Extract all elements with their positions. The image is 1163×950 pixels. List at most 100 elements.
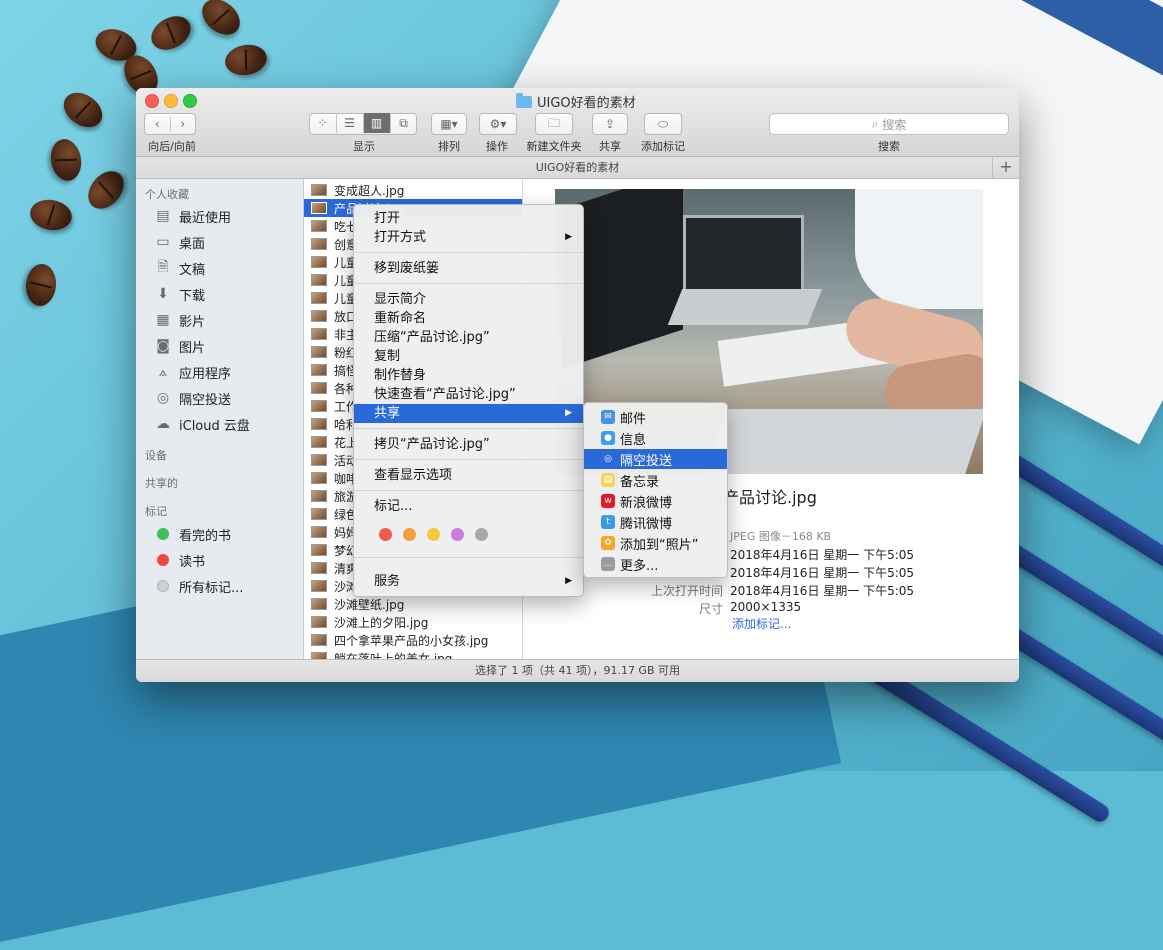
tag-color-yellow-button[interactable]	[427, 528, 440, 541]
image-file-icon	[311, 382, 327, 394]
tag-color-purple-button[interactable]	[451, 528, 464, 541]
menu-item-label: 标记...	[374, 499, 413, 514]
share-submenu: ✉ 邮件 ● 信息 ◎ 隔空投送 ▤ 备忘录 w 新浪微博 t 腾讯微博 ✿ 添加到“照片” … 更多...	[583, 402, 728, 578]
menu-item-make-alias[interactable]: 制作替身	[354, 366, 583, 385]
sidebar-item-recents[interactable]: ▤ 最近使用	[154, 205, 231, 227]
zoom-button[interactable]	[183, 94, 197, 108]
file-row[interactable]: 躺在落叶上的美女.jpg	[304, 649, 522, 659]
file-row[interactable]: 沙滩上的夕阳.jpg	[304, 613, 522, 631]
search-label: 搜索	[878, 140, 900, 153]
sidebar-item-desktop[interactable]: ▭ 桌面	[154, 231, 205, 253]
menu-item-label: 重新命名	[374, 311, 427, 326]
share-item-mail[interactable]: ✉ 邮件	[584, 407, 727, 427]
sidebar-item-label: 应用程序	[179, 366, 232, 382]
add-tab-button[interactable]: +	[992, 157, 1019, 178]
share-item-messages[interactable]: ● 信息	[584, 428, 727, 448]
add-tag-button[interactable]: ⬭	[644, 113, 682, 135]
preview-type: JPEG 图像－168 KB	[730, 530, 832, 543]
menu-item-label: 拷贝“产品讨论.jpg”	[374, 437, 490, 452]
sidebar-item-applications[interactable]: ⟑ 应用程序	[154, 361, 231, 383]
column-view-icon[interactable]: ▥	[363, 113, 391, 133]
menu-item-move-to-trash[interactable]: 移到废纸篓	[354, 259, 583, 278]
image-file-icon	[311, 472, 327, 484]
applications-icon: ⟑	[158, 364, 168, 380]
file-name: 沙滩上的夕阳.jpg	[334, 615, 429, 630]
more-icon: …	[601, 557, 615, 571]
tag-color-gray-button[interactable]	[475, 528, 488, 541]
menu-item-get-info[interactable]: 显示简介	[354, 290, 583, 309]
icon-view-icon[interactable]: ⁘	[310, 113, 337, 133]
menu-item-label: 移到废纸篓	[374, 261, 440, 276]
sidebar-item-label: 看完的书	[179, 528, 232, 544]
pictures-icon: ◙	[156, 338, 170, 354]
file-row[interactable]: 沙滩壁纸.jpg	[304, 595, 522, 613]
share-item-label: 更多...	[620, 558, 659, 574]
back-icon[interactable]: ‹	[145, 117, 171, 131]
arrange-icon: ▦▾	[440, 117, 458, 131]
tag-color-red-button[interactable]	[379, 528, 392, 541]
path-bar-title: UIGO好看的素材	[535, 161, 620, 174]
action-button[interactable]: ⚙▾	[479, 113, 517, 135]
new-folder-button[interactable]: 🗀	[535, 113, 573, 135]
sidebar-item-documents[interactable]: 🗎 文稿	[154, 257, 205, 279]
image-file-icon	[311, 634, 327, 646]
minimize-button[interactable]	[164, 94, 178, 108]
menu-item-share[interactable]: 共享 ▶	[354, 404, 583, 423]
image-file-icon	[311, 454, 327, 466]
menu-item-tags[interactable]: 标记...	[354, 497, 583, 516]
share-icon: ⇪	[604, 117, 616, 131]
add-tags-link[interactable]: 添加标记...	[732, 615, 791, 632]
share-item-label: 备忘录	[620, 474, 660, 490]
window-title: UIGO好看的素材	[516, 92, 636, 111]
share-item-label: 隔空投送	[620, 453, 673, 469]
sidebar-item-downloads[interactable]: ⬇ 下载	[154, 283, 205, 305]
gallery-view-icon[interactable]: ⧉	[391, 113, 417, 133]
tag-color-orange-button[interactable]	[403, 528, 416, 541]
tag-dot-icon	[157, 580, 169, 592]
share-button[interactable]: ⇪	[592, 113, 628, 135]
documents-icon: 🗎	[157, 259, 169, 275]
share-item-airdrop[interactable]: ◎ 隔空投送	[584, 449, 727, 469]
menu-item-open-with[interactable]: 打开方式 ▶	[354, 228, 583, 247]
sidebar-tag-all[interactable]: 所有标记...	[154, 575, 243, 597]
notes-icon: ▤	[601, 473, 615, 487]
sidebar-item-pictures[interactable]: ◙ 图片	[154, 335, 205, 357]
image-file-icon	[311, 202, 327, 214]
sidebar-item-movies[interactable]: ▦ 影片	[154, 309, 205, 331]
menu-item-open[interactable]: 打开	[354, 209, 583, 228]
menu-item-copy[interactable]: 拷贝“产品讨论.jpg”	[354, 435, 583, 454]
list-view-icon[interactable]: ☰	[337, 113, 364, 133]
menu-item-label: 复制	[374, 349, 401, 364]
share-item-notes[interactable]: ▤ 备忘录	[584, 470, 727, 490]
menu-item-view-options[interactable]: 查看显示选项	[354, 466, 583, 485]
search-icon: ⌕	[871, 116, 879, 131]
file-row[interactable]: 四个拿苹果产品的小女孩.jpg	[304, 631, 522, 649]
menu-item-duplicate[interactable]: 复制	[354, 347, 583, 366]
arrange-button[interactable]: ▦▾	[431, 113, 467, 135]
sidebar-tag-reading[interactable]: 读书	[154, 549, 205, 571]
menu-item-compress[interactable]: 压缩“产品讨论.jpg”	[354, 328, 583, 347]
close-button[interactable]	[145, 94, 159, 108]
file-row[interactable]: 变成超人.jpg	[304, 181, 522, 199]
share-item-more[interactable]: … 更多...	[584, 554, 727, 574]
sidebar-item-label: iCloud 云盘	[179, 418, 250, 434]
search-input[interactable]: ⌕ 搜索	[769, 113, 1009, 135]
sidebar-item-icloud[interactable]: ☁ iCloud 云盘	[154, 413, 250, 435]
menu-item-label: 打开	[374, 211, 401, 226]
menu-separator	[354, 490, 583, 491]
preview-size: 2000×1335	[730, 600, 802, 614]
share-item-tencent-weibo[interactable]: t 腾讯微博	[584, 512, 727, 532]
menu-item-rename[interactable]: 重新命名	[354, 309, 583, 328]
share-item-photos[interactable]: ✿ 添加到“照片”	[584, 533, 727, 553]
sidebar-item-airdrop[interactable]: ◎ 隔空投送	[154, 387, 231, 409]
sidebar-tag-finished-books[interactable]: 看完的书	[154, 523, 231, 545]
sidebar-item-label: 桌面	[179, 236, 206, 252]
menu-item-services[interactable]: 服务 ▶	[354, 572, 583, 591]
forward-icon[interactable]: ›	[171, 117, 196, 131]
menu-item-quick-look[interactable]: 快速查看“产品讨论.jpg”	[354, 385, 583, 404]
sidebar-item-label: 最近使用	[179, 210, 232, 226]
image-file-icon	[311, 598, 327, 610]
action-label: 操作	[486, 140, 508, 153]
share-item-weibo[interactable]: w 新浪微博	[584, 491, 727, 511]
view-label: 显示	[353, 140, 375, 153]
